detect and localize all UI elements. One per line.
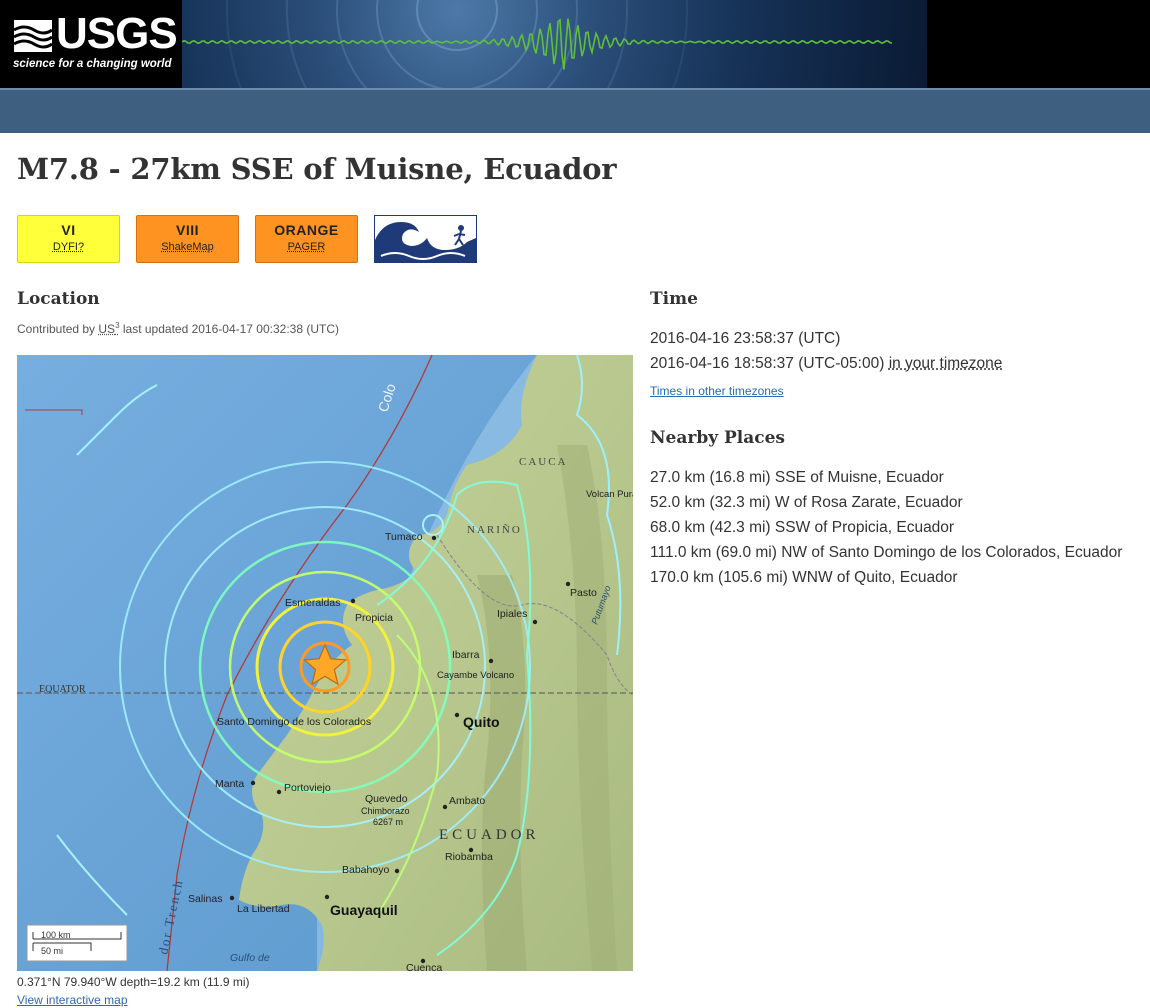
logo-tagline: science for a changing world <box>13 58 172 70</box>
tsunami-icon <box>375 216 476 262</box>
narino-label: NARIÑO <box>467 524 522 536</box>
time-heading: Time <box>650 289 698 309</box>
cayambe-label: Cayambe Volcano <box>437 670 514 681</box>
time-utc: 2016-04-16 23:58:37 (UTC) <box>650 330 841 347</box>
shakemap-label: ShakeMap <box>161 241 214 253</box>
cauca-label: CAUCA <box>519 456 568 468</box>
quito-label: Quito <box>463 714 500 730</box>
timezone-link[interactable]: in your timezone <box>889 355 1003 372</box>
updated-text: last updated 2016-04-17 00:32:38 (UTC) <box>122 322 339 336</box>
guayaquil-label: Guayaquil <box>330 902 398 918</box>
dyfi-label: DYFI? <box>52 241 85 253</box>
scale-km-label: 100 km <box>41 930 71 940</box>
nearby-place: 170.0 km (105.6 mi) WNW of Quito, Ecuado… <box>650 569 958 586</box>
source-link[interactable]: US3 <box>98 321 119 336</box>
tumaco-label: Tumaco <box>385 531 423 543</box>
manta-label: Manta <box>215 778 244 790</box>
portoviejo-label: Portoviejo <box>284 782 331 794</box>
chimborazo-label: Chimborazo <box>361 806 410 816</box>
shakemap-badge[interactable]: VIII ShakeMap <box>136 215 239 263</box>
logo-text: USGS <box>56 9 178 58</box>
pager-badge[interactable]: ORANGE PAGER <box>255 215 358 263</box>
nearby-place: 68.0 km (42.3 mi) SSW of Propicia, Ecuad… <box>650 519 955 536</box>
tsunami-badge[interactable] <box>374 215 477 263</box>
time-local: 2016-04-16 18:58:37 (UTC-05:00) in your … <box>650 355 1003 372</box>
nearby-heading: Nearby Places <box>650 428 786 448</box>
usgs-logo[interactable]: USGS science for a changing world <box>0 0 182 88</box>
riobamba-label: Riobamba <box>445 851 493 863</box>
babahoyo-label: Babahoyo <box>342 864 389 876</box>
contributor-info: Contributed by US3 last updated 2016-04-… <box>17 321 339 336</box>
nearby-place: 111.0 km (69.0 mi) NW of Santo Domingo d… <box>650 544 1123 561</box>
santo-domingo-label: Santo Domingo de los Colorados <box>217 716 371 728</box>
pager-value: ORANGE <box>274 222 339 238</box>
location-heading: Location <box>17 289 100 309</box>
volcano-label: Volcan Puracé <box>586 489 633 500</box>
nav-bar <box>0 88 1150 133</box>
propicia-label: Propicia <box>355 612 393 624</box>
nearby-place: 27.0 km (16.8 mi) SSE of Muisne, Ecuador <box>650 469 944 486</box>
seismogram-graphic <box>182 0 893 88</box>
scale-bar: 100 km 50 mi <box>26 924 128 962</box>
esmeraldas-label: Esmeraldas <box>285 597 340 609</box>
nearby-place: 52.0 km (32.3 mi) W of Rosa Zarate, Ecua… <box>650 494 963 511</box>
gulf-label: Gulfo de <box>230 952 270 964</box>
map-graphic: EQUATOR Colo CAUCA NARIÑO Tumaco Esmeral… <box>17 355 633 971</box>
equator-label: EQUATOR <box>39 684 86 695</box>
salinas-label: Salinas <box>188 893 222 905</box>
cuenca-label: Cuenca <box>406 962 442 971</box>
dyfi-badge[interactable]: VI DYFI? <box>17 215 120 263</box>
seismogram-banner <box>182 0 927 88</box>
shakemap-value: VIII <box>175 222 199 238</box>
la-libertad-label: La Libertad <box>237 903 290 915</box>
pasto-label: Pasto <box>570 587 597 599</box>
site-header: USGS science for a changing world <box>0 0 1150 90</box>
quevedo-label: Quevedo <box>365 793 408 805</box>
dyfi-value: VI <box>61 222 76 238</box>
interactive-map-link[interactable]: View interactive map <box>17 993 128 1007</box>
location-map[interactable]: EQUATOR Colo CAUCA NARIÑO Tumaco Esmeral… <box>17 355 633 971</box>
other-timezones-link[interactable]: Times in other timezones <box>650 384 784 398</box>
pager-label: PAGER <box>287 241 326 253</box>
scale-mi-label: 50 mi <box>41 946 63 956</box>
ibarra-label: Ibarra <box>452 649 480 661</box>
epicenter-coords: 0.371°N 79.940°W depth=19.2 km (11.9 mi) <box>17 975 250 989</box>
usgs-wave-icon <box>14 20 52 52</box>
ipiales-label: Ipiales <box>497 608 527 620</box>
ambato-label: Ambato <box>449 795 485 807</box>
chimborazo-elevation: 6267 m <box>373 817 403 827</box>
page-title: M7.8 - 27km SSE of Muisne, Ecuador <box>17 152 617 186</box>
ecuador-label: ECUADOR <box>439 827 540 843</box>
